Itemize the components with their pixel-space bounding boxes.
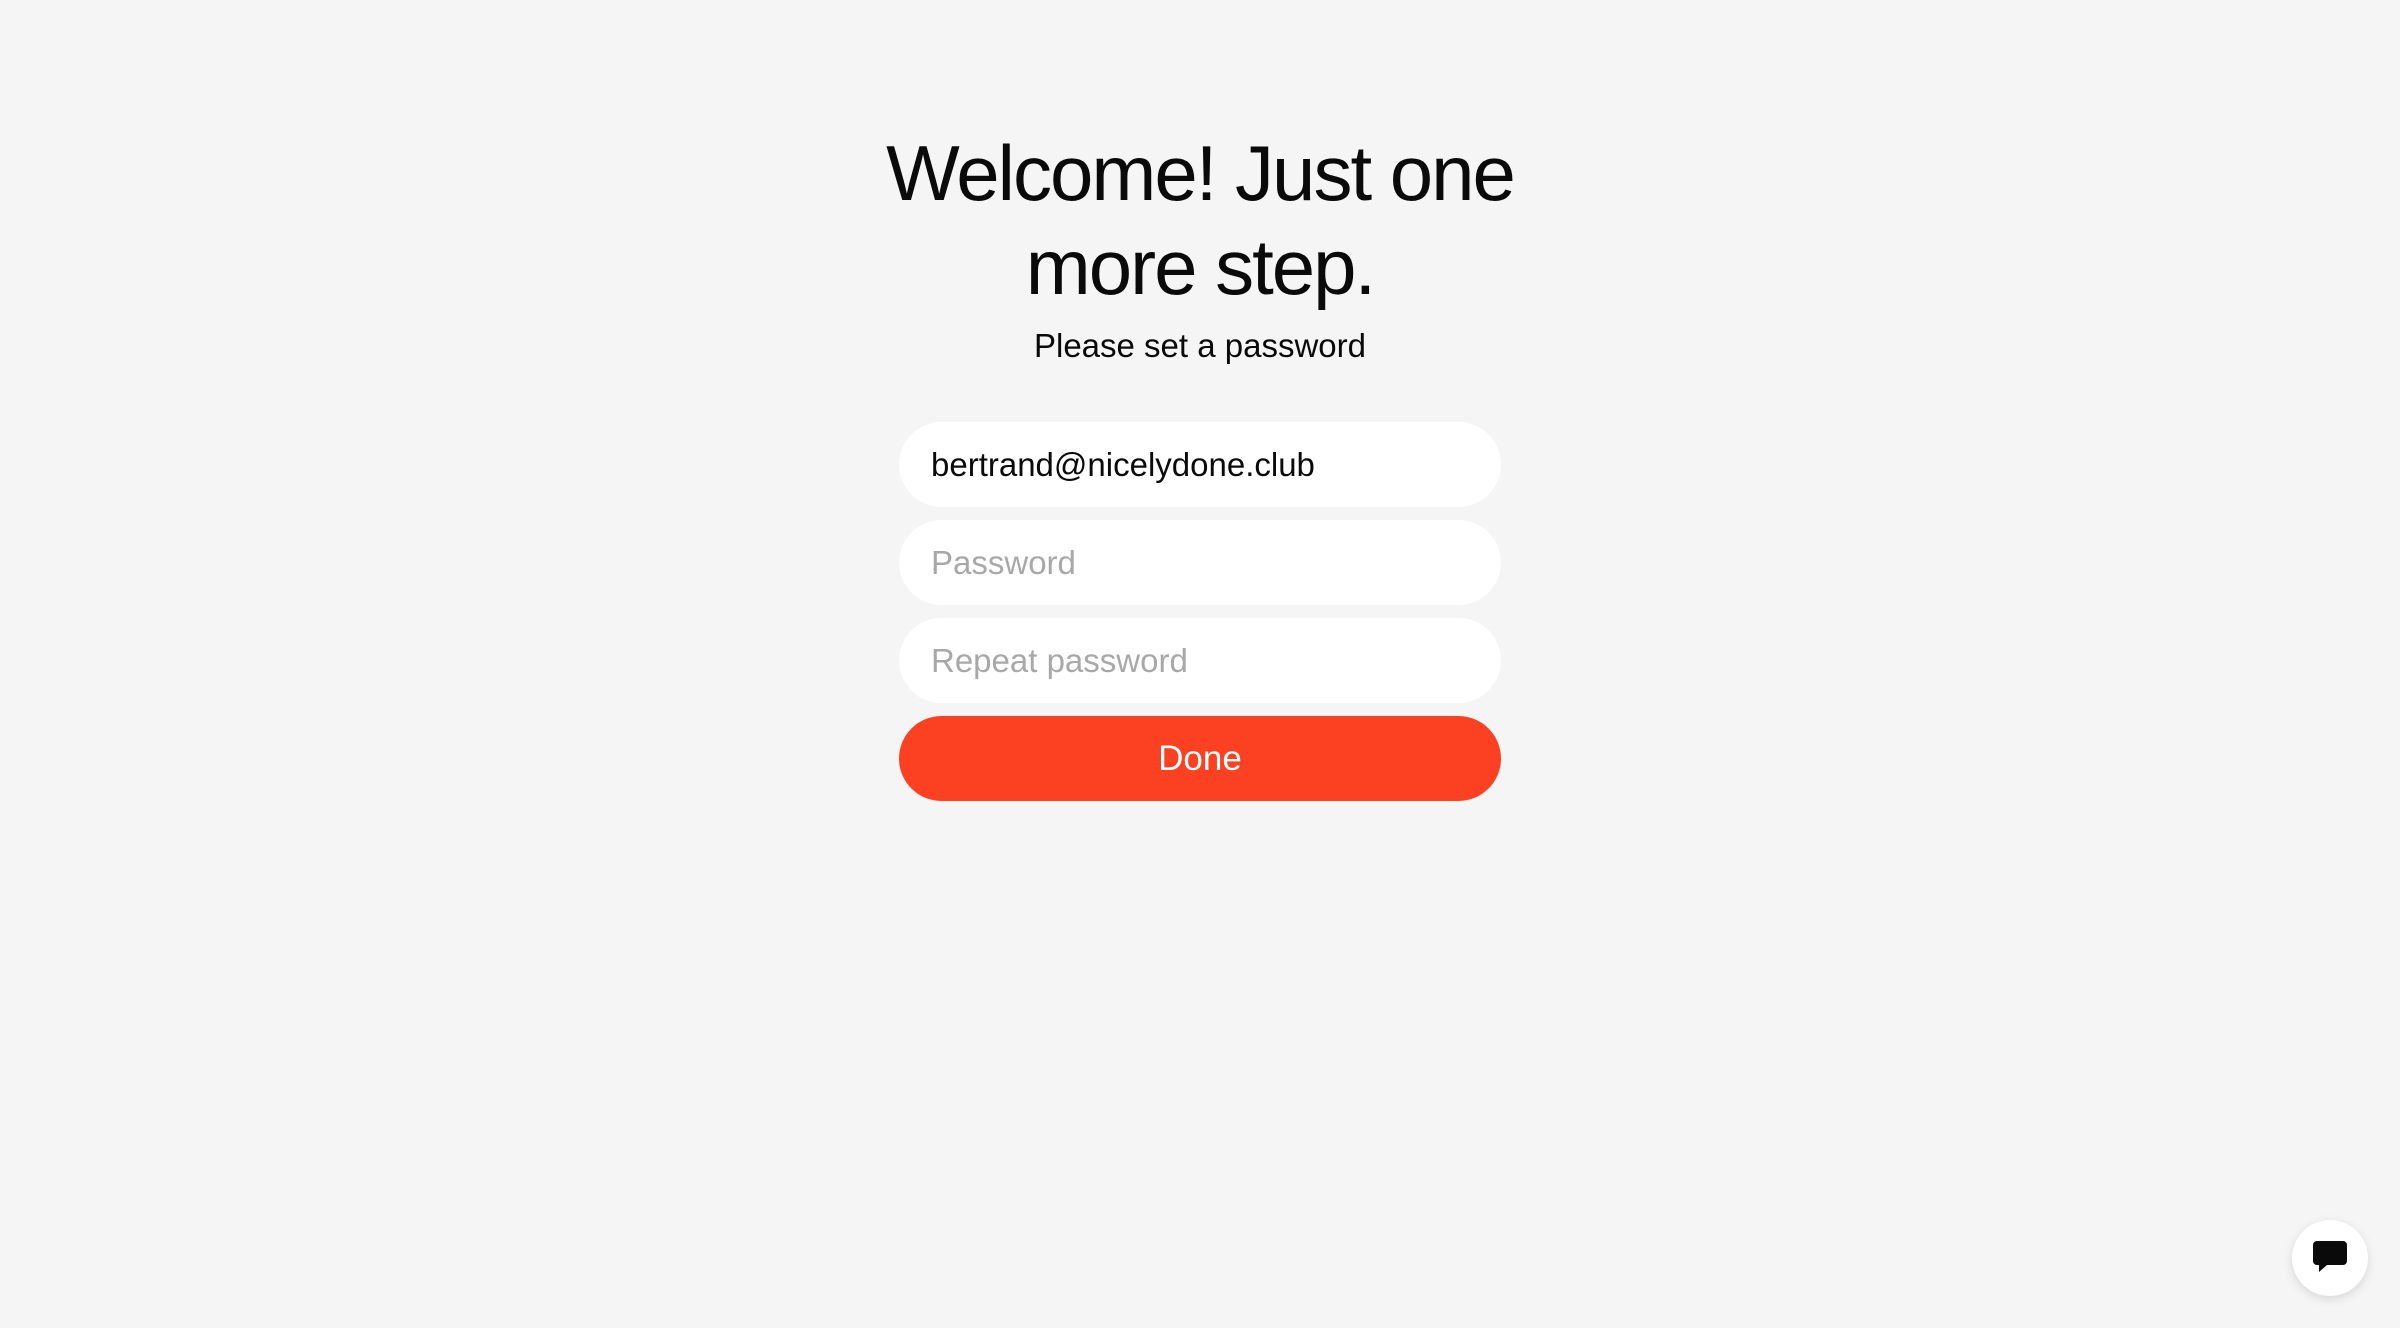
signup-page: Welcome! Just one more step. Please set … [0,0,2400,1328]
done-button[interactable]: Done [899,716,1501,801]
password-form: Done [899,422,1501,801]
repeat-password-field[interactable] [899,618,1501,703]
chat-button[interactable] [2292,1220,2368,1296]
password-field[interactable] [899,520,1501,605]
signup-panel: Welcome! Just one more step. Please set … [0,0,2400,801]
email-field[interactable] [899,422,1501,507]
page-title: Welcome! Just one more step. [886,129,1516,311]
page-subtitle: Please set a password [1033,327,1366,364]
chat-bubble-icon [2311,1237,2349,1280]
